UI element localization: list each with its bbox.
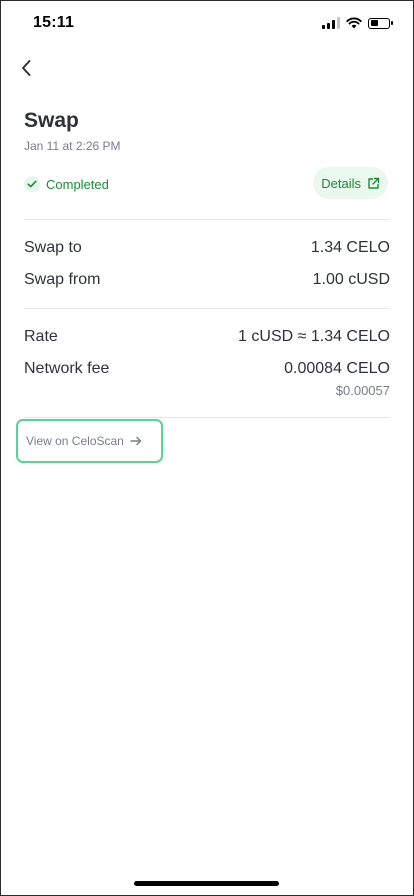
back-button[interactable] <box>14 56 38 80</box>
divider <box>24 219 390 220</box>
network-fee-label: Network fee <box>24 360 110 377</box>
status-time: 15:11 <box>33 14 75 31</box>
celoscan-link-label: View on CeloScan <box>26 434 124 448</box>
divider <box>24 417 390 418</box>
arrow-right-icon <box>130 436 142 446</box>
status-icons <box>322 16 393 30</box>
rate-value: 1 cUSD ≈ 1.34 CELO <box>238 328 390 345</box>
external-link-icon <box>368 177 380 189</box>
view-on-celoscan-link[interactable]: View on CeloScan <box>16 419 163 463</box>
transaction-date: Jan 11 at 2:26 PM <box>24 139 121 153</box>
status-label: Completed <box>46 176 109 192</box>
home-indicator <box>134 881 279 886</box>
chevron-left-icon <box>22 60 31 76</box>
rate-label: Rate <box>24 328 58 345</box>
swap-to-value: 1.34 CELO <box>310 239 390 256</box>
swap-from-row: Swap from 1.00 cUSD <box>24 271 390 289</box>
divider <box>24 308 390 309</box>
details-button-label: Details <box>321 175 361 191</box>
rate-row: Rate 1 cUSD ≈ 1.34 CELO <box>24 328 390 346</box>
swap-to-label: Swap to <box>24 239 82 256</box>
status-badge: Completed <box>24 174 109 194</box>
signal-icon <box>322 17 340 29</box>
swap-from-label: Swap from <box>24 271 101 288</box>
check-icon <box>24 176 40 192</box>
details-button[interactable]: Details <box>313 167 388 199</box>
wifi-icon <box>346 17 362 29</box>
battery-fill <box>370 20 378 26</box>
status-bar: 15:11 <box>0 0 414 48</box>
swap-to-row: Swap to 1.34 CELO <box>24 239 390 257</box>
page-title: Swap <box>24 109 79 132</box>
network-fee-fiat-value: $0.00057 <box>335 383 390 398</box>
swap-from-value: 1.00 cUSD <box>312 271 390 288</box>
network-fee-row: Network fee 0.00084 CELO <box>24 360 390 378</box>
network-fee-value: 0.00084 CELO <box>284 360 390 377</box>
battery-icon <box>368 17 393 29</box>
